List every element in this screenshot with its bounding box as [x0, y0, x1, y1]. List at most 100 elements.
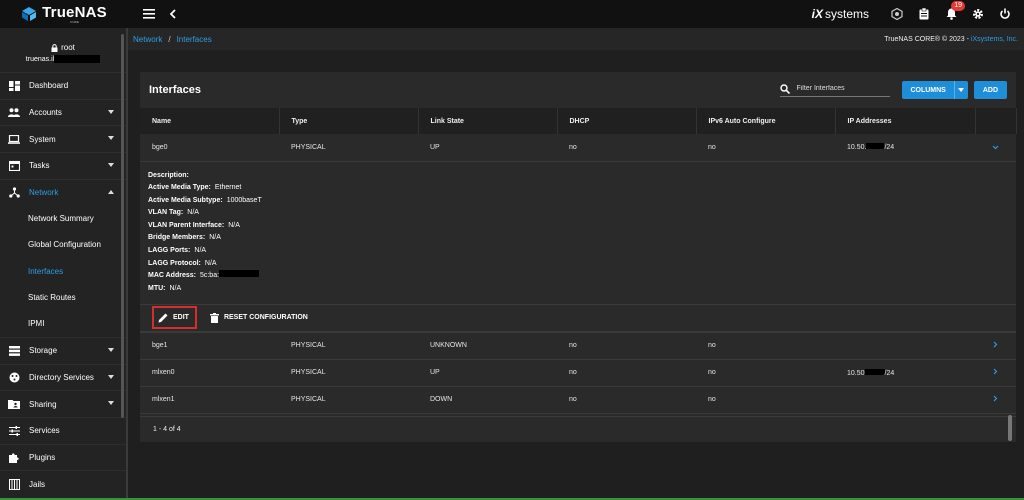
detail-value: N/A [187, 209, 199, 217]
table-row[interactable]: bge1 PHYSICAL UNKNOWN no no [140, 332, 1016, 360]
sidebar-item-sharing[interactable]: Sharing [0, 390, 126, 417]
cell-ip-addresses [835, 332, 975, 360]
sidebar-item-plugins[interactable]: Plugins [0, 443, 126, 471]
breadcrumb-network[interactable]: Network [133, 35, 162, 44]
sidebar-item-storage[interactable]: Storage [0, 336, 126, 364]
column-header-expand [975, 108, 1017, 134]
cell-type: PHYSICAL [279, 134, 418, 162]
sidebar-subitem-interfaces[interactable]: Interfaces [0, 258, 126, 284]
add-button[interactable]: ADD [973, 81, 1007, 99]
power-icon[interactable] [998, 7, 1012, 21]
truecommand-icon[interactable] [890, 7, 904, 21]
sidebar-item-services[interactable]: Services [0, 416, 126, 444]
edit-button[interactable]: EDIT [152, 306, 197, 329]
top-bar: TrueNAS CORE iX systems 19 [0, 0, 1024, 28]
sidebar-item-network[interactable]: Network [0, 178, 126, 206]
sidebar-nav: Dashboard Accounts System Tasks Network [0, 72, 126, 497]
chevron-down-icon [108, 347, 114, 352]
main-scrollbar[interactable] [1008, 415, 1012, 441]
cell-link-state: UP [418, 134, 557, 162]
breadcrumb-separator: / [168, 34, 171, 44]
laptop-icon [8, 133, 20, 145]
cell-dhcp: no [557, 359, 696, 387]
sidebar-scrollbar[interactable] [121, 34, 124, 418]
columns-dropdown-toggle[interactable] [953, 81, 968, 99]
detail-label: LAGG Ports: [148, 247, 191, 255]
column-header-ipv6[interactable]: IPv6 Auto Configure [696, 108, 836, 134]
ip-suffix: /24 [884, 369, 895, 377]
people-icon [8, 107, 20, 119]
sidebar-item-label: Jails [29, 479, 46, 489]
cell-name: mlxen0 [140, 359, 279, 387]
detail-label: MTU: [148, 284, 166, 292]
detail-lagg-protocol: LAGG Protocol: N/A [148, 258, 1016, 271]
table-row[interactable]: bge0 PHYSICAL UP no no 10.50. /24 [140, 134, 1016, 162]
sidebar-item-system[interactable]: System [0, 125, 126, 152]
filter-interfaces-input[interactable] [796, 85, 887, 92]
sidebar-subitem-static-routes[interactable]: Static Routes [0, 284, 126, 310]
expand-row-toggle[interactable] [975, 332, 1016, 360]
gear-icon[interactable] [971, 7, 985, 21]
cell-link-state: DOWN [418, 386, 557, 414]
search-icon [780, 83, 791, 94]
hostname: truenas.il [25, 55, 55, 63]
sidebar-item-jails[interactable]: Jails [0, 470, 126, 497]
detail-vlan-tag: VLAN Tag: N/A [148, 207, 1016, 220]
chevron-left-icon[interactable] [166, 7, 180, 21]
sidebar-item-accounts[interactable]: Accounts [0, 98, 126, 126]
detail-active-media-subtype: Active Media Subtype: 1000baseT [148, 195, 1016, 208]
ix-mark: iX [811, 7, 823, 21]
ixsystems-logo[interactable]: iX systems [812, 7, 869, 21]
directory-services-icon [8, 371, 20, 383]
columns-button-label: COLUMNS [910, 86, 946, 94]
ip-prefix: 10.50. [847, 144, 867, 152]
truenas-logo[interactable]: TrueNAS CORE [0, 0, 128, 28]
column-header-type[interactable]: Type [279, 108, 419, 134]
columns-button[interactable]: COLUMNS [902, 81, 968, 99]
sidebar: root truenas.il Dashboard Accounts Syste… [0, 28, 128, 500]
table-row[interactable]: mlxen1 PHYSICAL DOWN no no [140, 386, 1016, 414]
clipboard-icon[interactable] [917, 7, 931, 21]
chevron-down-icon [958, 88, 965, 92]
menu-icon[interactable] [142, 7, 156, 21]
brand-name: TrueNAS [42, 3, 107, 21]
chevron-right-icon [993, 368, 998, 375]
network-icon [8, 187, 20, 199]
table-header-row: Name Type Link State DHCP IPv6 Auto Conf… [140, 108, 1017, 134]
cell-type: PHYSICAL [279, 332, 418, 360]
expand-row-toggle[interactable] [975, 386, 1016, 414]
copyright-text: TrueNAS CORE® © 2023 - [884, 35, 971, 43]
sidebar-subitem-global-configuration[interactable]: Global Configuration [0, 232, 126, 258]
puzzle-icon [8, 452, 20, 464]
cell-dhcp: no [557, 134, 696, 162]
chevron-down-icon [108, 109, 114, 114]
breadcrumb-interfaces[interactable]: Interfaces [177, 35, 212, 44]
cell-name: bge0 [140, 134, 279, 162]
sidebar-subitem-ipmi[interactable]: IPMI [0, 311, 126, 337]
column-header-ip-addresses[interactable]: IP Addresses [835, 108, 976, 134]
column-header-name[interactable]: Name [140, 108, 280, 134]
truenas-app: TrueNAS CORE iX systems 19 root truenas.… [0, 0, 1024, 500]
sidebar-item-directory-services[interactable]: Directory Services [0, 363, 126, 391]
column-header-link-state[interactable]: Link State [418, 108, 558, 134]
lock-icon [51, 43, 58, 52]
mac-redaction [219, 270, 260, 278]
copyright-link[interactable]: iXsystems, Inc. [971, 36, 1018, 43]
sidebar-item-label: Directory Services [29, 372, 94, 382]
column-header-dhcp[interactable]: DHCP [557, 108, 697, 134]
notifications-bell-icon[interactable]: 19 [944, 1, 965, 21]
sidebar-item-tasks[interactable]: Tasks [0, 152, 126, 179]
copyright: TrueNAS CORE® © 2023 - iXsystems, Inc. [884, 36, 1024, 43]
detail-label: Active Media Subtype: [148, 196, 223, 204]
chevron-down-icon [992, 145, 999, 150]
reset-configuration-button[interactable]: RESET CONFIGURATION [209, 312, 308, 323]
filter-box [780, 83, 891, 97]
ip-suffix: /24 [884, 144, 895, 152]
trash-icon [209, 312, 219, 323]
sidebar-item-dashboard[interactable]: Dashboard [0, 72, 126, 99]
sidebar-subitem-network-summary[interactable]: Network Summary [0, 205, 126, 231]
expand-row-toggle[interactable] [975, 359, 1016, 387]
collapse-row-toggle[interactable] [975, 134, 1016, 162]
cell-dhcp: no [557, 332, 696, 360]
table-row[interactable]: mlxen0 PHYSICAL UP no no 10.50/24 [140, 359, 1016, 387]
